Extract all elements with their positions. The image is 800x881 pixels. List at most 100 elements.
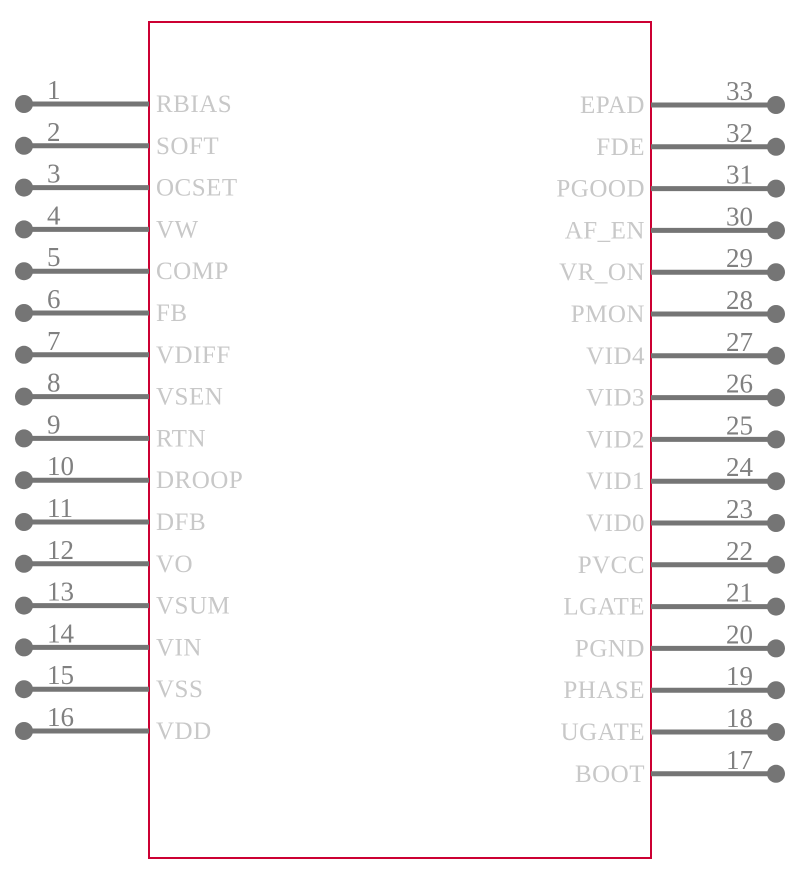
pin-number: 9 [47, 409, 61, 439]
pin-label: PVCC [578, 552, 645, 579]
pin-label: AF_EN [565, 217, 645, 244]
pin-terminal-dot[interactable] [767, 346, 785, 365]
pin-terminal-dot[interactable] [767, 514, 785, 532]
pin-label: VDD [156, 718, 212, 745]
pin-number: 31 [726, 160, 753, 190]
pin-terminal-dot[interactable] [767, 723, 785, 741]
pin-number: 33 [726, 76, 753, 106]
pin-terminal-dot[interactable] [15, 513, 33, 531]
pin-number: 32 [726, 118, 753, 148]
pin-terminal-dot[interactable] [15, 471, 33, 490]
pin-number: 21 [726, 578, 753, 608]
pin-label: UGATE [561, 719, 645, 746]
pin-terminal-dot[interactable] [15, 638, 33, 657]
pin-number: 15 [47, 660, 74, 690]
pin-number: 29 [726, 243, 753, 273]
pin-label: VO [156, 551, 193, 578]
pin-terminal-dot[interactable] [767, 137, 785, 156]
pin-number: 18 [726, 703, 753, 733]
pin-label: VSS [156, 676, 203, 703]
pin-terminal-dot[interactable] [767, 639, 785, 658]
pin-terminal-dot[interactable] [15, 554, 33, 573]
pin-label: VIN [156, 634, 202, 661]
ic-pinout-diagram: 1 RBIAS 2 SOFT 3 OCSET 4 VW 5 COMP 6 FB 7 VDIFF 8 VSEN 9… [0, 0, 800, 881]
pin-terminal-dot[interactable] [767, 221, 785, 240]
pin-number: 6 [47, 284, 61, 314]
pin-terminal-dot[interactable] [15, 178, 33, 197]
pin-terminal-dot[interactable] [15, 596, 33, 615]
pin-terminal-dot[interactable] [15, 95, 33, 113]
pin-number: 3 [47, 159, 61, 189]
pin-number: 16 [47, 702, 74, 732]
pin-number: 1 [47, 75, 61, 105]
pin-number: 17 [726, 745, 753, 775]
pin-label: FDE [596, 134, 645, 161]
pin-number: 14 [47, 618, 75, 648]
pin-terminal-dot[interactable] [767, 430, 785, 449]
pin-number: 20 [726, 619, 753, 649]
pin-label: BOOT [575, 761, 645, 788]
pin-label: VID0 [586, 510, 645, 537]
pin-label: SOFT [156, 133, 219, 160]
pin-label: LGATE [563, 594, 645, 621]
pin-number: 27 [726, 327, 753, 357]
pin-number: 24 [726, 452, 754, 482]
pin-label: VSEN [156, 384, 223, 411]
pin-number: 30 [726, 201, 753, 231]
pin-label: VDIFF [156, 342, 231, 369]
pin-label: COMP [156, 258, 229, 285]
schematic-symbol-canvas: 1 RBIAS 2 SOFT 3 OCSET 4 VW 5 COMP 6 FB 7 VDIFF 8 VSEN 9… [15, 21, 785, 859]
pin-label: PGND [575, 635, 645, 662]
pin-number: 10 [47, 451, 74, 481]
pin-terminal-dot[interactable] [15, 387, 33, 406]
pin-number: 12 [47, 535, 74, 565]
pin-number: 4 [47, 200, 61, 230]
pin-terminal-dot[interactable] [767, 305, 785, 323]
pin-terminal-dot[interactable] [15, 220, 33, 239]
pin-label: VID3 [586, 385, 645, 412]
pin-number: 26 [726, 369, 753, 399]
pin-terminal-dot[interactable] [767, 555, 785, 574]
pin-label: RBIAS [156, 91, 232, 118]
pin-terminal-dot[interactable] [767, 96, 785, 114]
pin-label: VSUM [156, 593, 230, 620]
pin-label: VID2 [586, 426, 645, 453]
pin-label: DFB [156, 509, 206, 536]
pin-number: 2 [47, 117, 61, 147]
pin-terminal-dot[interactable] [15, 345, 33, 364]
pin-terminal-dot[interactable] [15, 722, 33, 740]
pin-number: 7 [47, 326, 61, 356]
pin-number: 23 [726, 494, 753, 524]
pin-number: 5 [47, 242, 61, 272]
pin-label: RTN [156, 425, 206, 452]
pin-label: PMON [571, 301, 645, 328]
pin-label: VW [156, 216, 199, 243]
pin-label: PGOOD [556, 176, 645, 203]
pin-terminal-dot[interactable] [767, 263, 785, 282]
pin-label: VR_ON [559, 259, 645, 286]
pin-terminal-dot[interactable] [767, 179, 785, 198]
pin-terminal-dot[interactable] [15, 262, 33, 281]
pin-number: 8 [47, 368, 61, 398]
pin-terminal-dot[interactable] [15, 304, 33, 322]
pin-number: 22 [726, 536, 753, 566]
pin-number: 25 [726, 410, 753, 440]
pin-terminal-dot[interactable] [15, 136, 33, 155]
pin-number: 28 [726, 285, 753, 315]
right-pin-group: 33 EPAD 32 FDE 31 PGOOD 30 AF_EN 29 VR_ON 28 PMON 27… [556, 76, 785, 788]
pin-label: DROOP [156, 467, 243, 494]
pin-terminal-dot[interactable] [767, 764, 785, 783]
pin-terminal-dot[interactable] [767, 472, 785, 491]
pin-label: VID1 [586, 468, 645, 495]
pin-label: OCSET [156, 175, 238, 202]
pin-terminal-dot[interactable] [767, 597, 785, 616]
pin-number: 11 [47, 493, 73, 523]
pin-terminal-dot[interactable] [767, 388, 785, 407]
pin-number: 13 [47, 577, 74, 607]
pin-terminal-dot[interactable] [15, 429, 33, 448]
pin-number: 19 [726, 661, 753, 691]
pin-label: FB [156, 300, 188, 327]
pin-terminal-dot[interactable] [15, 680, 33, 699]
pin-terminal-dot[interactable] [767, 681, 785, 700]
pin-label: VID4 [586, 343, 645, 370]
